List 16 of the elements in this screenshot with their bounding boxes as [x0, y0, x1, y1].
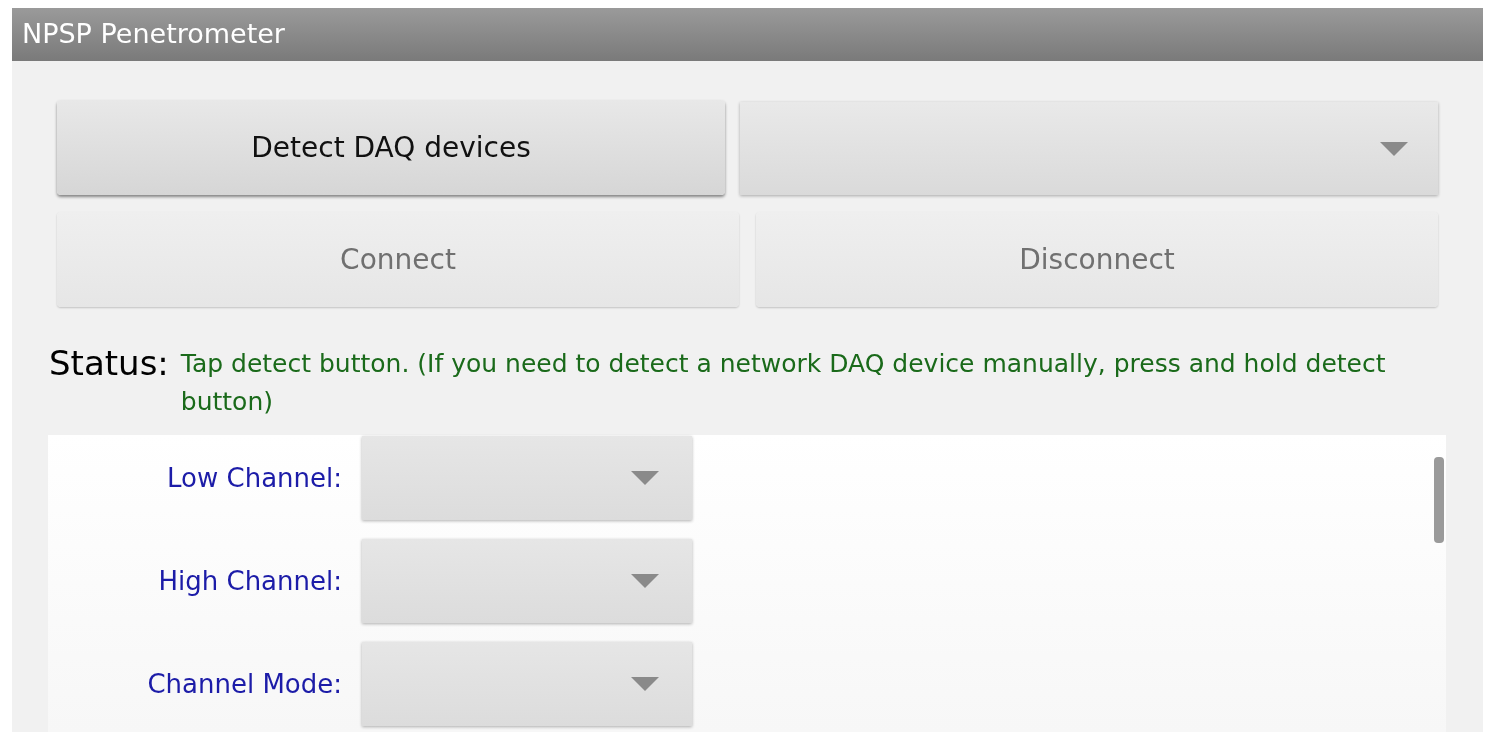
channel-dropdown[interactable]: [362, 436, 692, 520]
status-label: Status:: [49, 343, 169, 383]
channel-dropdown[interactable]: [362, 539, 692, 623]
dropdown-caret-icon: [631, 471, 659, 485]
channel-dropdown[interactable]: [362, 642, 692, 726]
dropdown-caret-icon: [631, 677, 659, 691]
scrollbar-thumb[interactable]: [1434, 457, 1444, 543]
setting-label: Channel Mode:: [146, 667, 343, 701]
dropdown-caret-icon: [1380, 141, 1408, 156]
setting-label: High Channel:: [157, 564, 343, 598]
action-button[interactable]: Detect DAQ devices: [57, 100, 725, 195]
window-title: NPSP Penetrometer: [22, 17, 285, 52]
status-message: Tap detect button. (If you need to detect a network DAQ device manually, press and hold detect button): [180, 348, 1387, 418]
device-dropdown[interactable]: [740, 102, 1438, 195]
dropdown-caret-icon: [631, 574, 659, 588]
setting-label: Low Channel:: [166, 461, 343, 495]
